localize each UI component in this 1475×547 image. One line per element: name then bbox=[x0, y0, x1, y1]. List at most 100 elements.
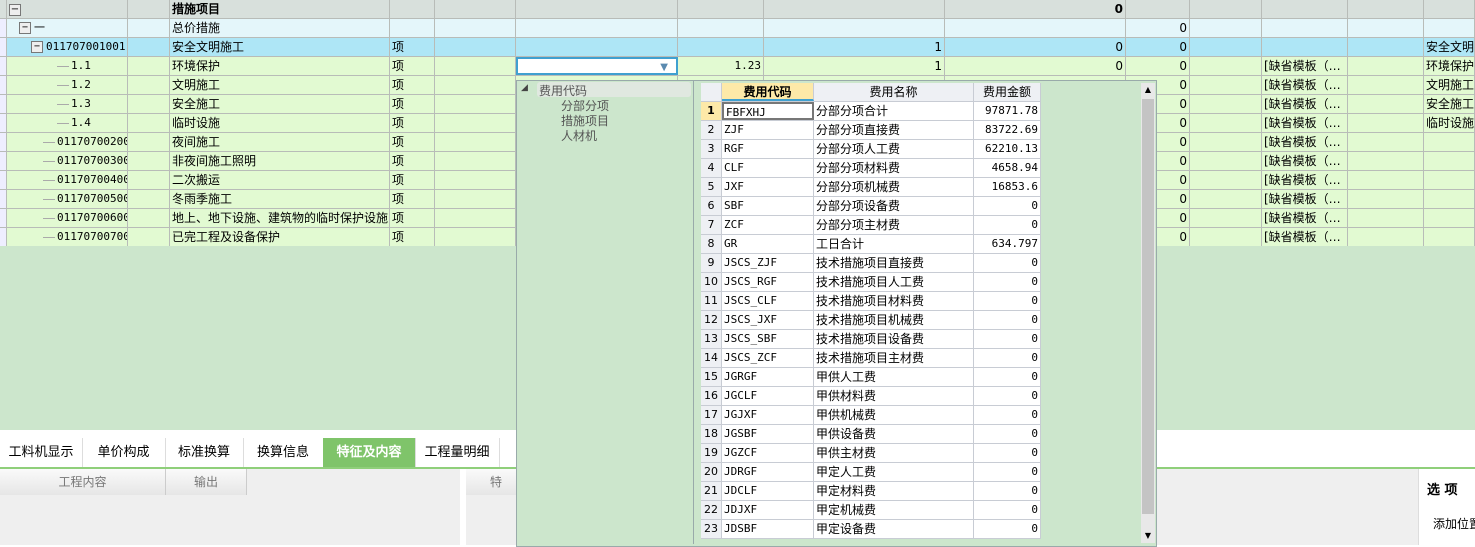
name-cell[interactable]: 技术措施项目材料费 bbox=[814, 292, 974, 310]
code-cell[interactable]: ZJF bbox=[722, 121, 814, 139]
cell[interactable] bbox=[1190, 190, 1262, 208]
code-cell[interactable]: JGSBF bbox=[722, 425, 814, 443]
extra-cell[interactable] bbox=[1424, 19, 1475, 37]
name-cell[interactable]: 甲供主材费 bbox=[814, 444, 974, 462]
code-cell[interactable]: 1.1 bbox=[7, 57, 128, 75]
amount-cell[interactable]: 0 bbox=[974, 273, 1041, 291]
tpl-cell[interactable]: [缺省模板（… bbox=[1262, 133, 1348, 151]
cell[interactable] bbox=[0, 114, 7, 132]
cell[interactable] bbox=[1348, 95, 1424, 113]
cell[interactable] bbox=[0, 133, 7, 151]
name-cell[interactable]: 甲定机械费 bbox=[814, 501, 974, 519]
cell[interactable] bbox=[1348, 209, 1424, 227]
amount-cell[interactable]: 634.797 bbox=[974, 235, 1041, 253]
column-header[interactable]: 费用名称 bbox=[814, 83, 974, 101]
cell[interactable] bbox=[1348, 133, 1424, 151]
tpl-cell[interactable] bbox=[1262, 38, 1348, 56]
fee-code-combobox[interactable]: ▼ bbox=[516, 57, 678, 75]
amount-cell[interactable]: 4658.94 bbox=[974, 159, 1041, 177]
header-cell[interactable] bbox=[1126, 0, 1190, 18]
amount-cell[interactable]: 97871.78 bbox=[974, 102, 1041, 120]
extra-cell[interactable]: 文明施工 bbox=[1424, 76, 1475, 94]
cell[interactable] bbox=[1190, 57, 1262, 75]
unit-cell[interactable]: 项 bbox=[390, 190, 435, 208]
fee-table-row[interactable]: 10 JSCS_RGF 技术措施项目人工费 0 bbox=[701, 273, 1041, 292]
cell[interactable] bbox=[1190, 114, 1262, 132]
code-cell[interactable]: JGRGF bbox=[722, 368, 814, 386]
code-cell[interactable]: JSCS_ZCF bbox=[722, 349, 814, 367]
tpl-cell[interactable]: [缺省模板（… bbox=[1262, 152, 1348, 170]
code-cell[interactable]: JXF bbox=[722, 178, 814, 196]
column-header[interactable]: 费用代码 bbox=[722, 83, 814, 101]
code-cell[interactable]: JDSBF bbox=[722, 520, 814, 538]
code-cell[interactable]: GR bbox=[722, 235, 814, 253]
code-cell[interactable]: JGZCF bbox=[722, 444, 814, 462]
name-cell[interactable]: 地上、地下设施、建筑物的临时保护设施 bbox=[170, 209, 390, 227]
name-cell[interactable]: 技术措施项目机械费 bbox=[814, 311, 974, 329]
name-cell[interactable]: 甲供人工费 bbox=[814, 368, 974, 386]
name-cell[interactable]: 技术措施项目人工费 bbox=[814, 273, 974, 291]
amount-cell[interactable]: 16853.6 bbox=[974, 178, 1041, 196]
cell[interactable] bbox=[1190, 209, 1262, 227]
name-cell[interactable]: 夜间施工 bbox=[170, 133, 390, 151]
cell[interactable] bbox=[128, 114, 170, 132]
cell[interactable] bbox=[0, 190, 7, 208]
tpl-cell[interactable]: [缺省模板（… bbox=[1262, 209, 1348, 227]
cell[interactable] bbox=[435, 133, 516, 151]
name-cell[interactable]: 总价措施 bbox=[170, 19, 390, 37]
unit-cell[interactable] bbox=[390, 19, 435, 37]
total-cell[interactable]: 0 bbox=[1126, 57, 1190, 75]
cell[interactable] bbox=[1348, 190, 1424, 208]
cell[interactable] bbox=[128, 57, 170, 75]
fee-table-row[interactable]: 13 JSCS_SBF 技术措施项目设备费 0 bbox=[701, 330, 1041, 349]
extra-cell[interactable]: 环境保护 bbox=[1424, 57, 1475, 75]
cell[interactable] bbox=[0, 209, 7, 227]
scrollbar-thumb[interactable] bbox=[1142, 99, 1154, 514]
cell[interactable] bbox=[0, 19, 7, 37]
cell[interactable] bbox=[435, 228, 516, 246]
c3-cell[interactable]: 1 bbox=[764, 57, 945, 75]
cell[interactable] bbox=[1190, 152, 1262, 170]
header-cell[interactable]: 0 bbox=[945, 0, 1126, 18]
cell[interactable] bbox=[128, 171, 170, 189]
cell[interactable] bbox=[0, 171, 7, 189]
code-cell[interactable]: JDJXF bbox=[722, 501, 814, 519]
fee-table-row[interactable]: 14 JSCS_ZCF 技术措施项目主材费 0 bbox=[701, 349, 1041, 368]
fee-table-row[interactable]: 21 JDCLF 甲定材料费 0 bbox=[701, 482, 1041, 501]
header-cell[interactable]: 措施项目 bbox=[170, 0, 390, 18]
extra-cell[interactable] bbox=[1424, 171, 1475, 189]
header-cell[interactable] bbox=[0, 0, 7, 18]
cell[interactable] bbox=[1348, 19, 1424, 37]
total-cell[interactable]: 0 bbox=[1126, 38, 1190, 56]
cell[interactable] bbox=[128, 133, 170, 151]
header-cell[interactable] bbox=[1262, 0, 1348, 18]
cell[interactable] bbox=[1348, 76, 1424, 94]
scroll-up-icon[interactable]: ▲ bbox=[1141, 83, 1155, 97]
fee-table-row[interactable]: 17 JGJXF 甲供机械费 0 bbox=[701, 406, 1041, 425]
cell[interactable] bbox=[1190, 76, 1262, 94]
dropdown-arrow-icon[interactable]: ▼ bbox=[660, 59, 668, 73]
cell[interactable] bbox=[1348, 228, 1424, 246]
cell[interactable] bbox=[516, 19, 678, 37]
tree-root[interactable]: 费用代码 bbox=[537, 82, 691, 98]
code-cell[interactable]: 1.2 bbox=[7, 76, 128, 94]
tab-1[interactable]: 单价构成 bbox=[82, 438, 166, 467]
code-cell[interactable]: 1.3 bbox=[7, 95, 128, 113]
tab-0[interactable]: 工料机显示 bbox=[0, 438, 83, 467]
cell[interactable] bbox=[0, 76, 7, 94]
name-cell[interactable]: 分部分项材料费 bbox=[814, 159, 974, 177]
tpl-cell[interactable]: [缺省模板（… bbox=[1262, 76, 1348, 94]
extra-cell[interactable] bbox=[1424, 209, 1475, 227]
amount-cell[interactable]: 0 bbox=[974, 349, 1041, 367]
work-content-header[interactable]: 工程内容 bbox=[0, 469, 166, 495]
tab-2[interactable]: 标准换算 bbox=[165, 438, 244, 467]
header-cell[interactable] bbox=[1190, 0, 1262, 18]
cell[interactable] bbox=[435, 57, 516, 75]
name-cell[interactable]: 安全文明施工 bbox=[170, 38, 390, 56]
table-row[interactable]: 1.1 环境保护项 ▼ 1.23 1 0 0 [缺省模板（… 环境保护 bbox=[0, 57, 1475, 76]
amount-cell[interactable]: 0 bbox=[974, 368, 1041, 386]
fee-table-row[interactable]: 11 JSCS_CLF 技术措施项目材料费 0 bbox=[701, 292, 1041, 311]
fee-table-row[interactable]: 18 JGSBF 甲供设备费 0 bbox=[701, 425, 1041, 444]
name-cell[interactable]: 分部分项主材费 bbox=[814, 216, 974, 234]
fee-table-row[interactable]: 6 SBF 分部分项设备费 0 bbox=[701, 197, 1041, 216]
